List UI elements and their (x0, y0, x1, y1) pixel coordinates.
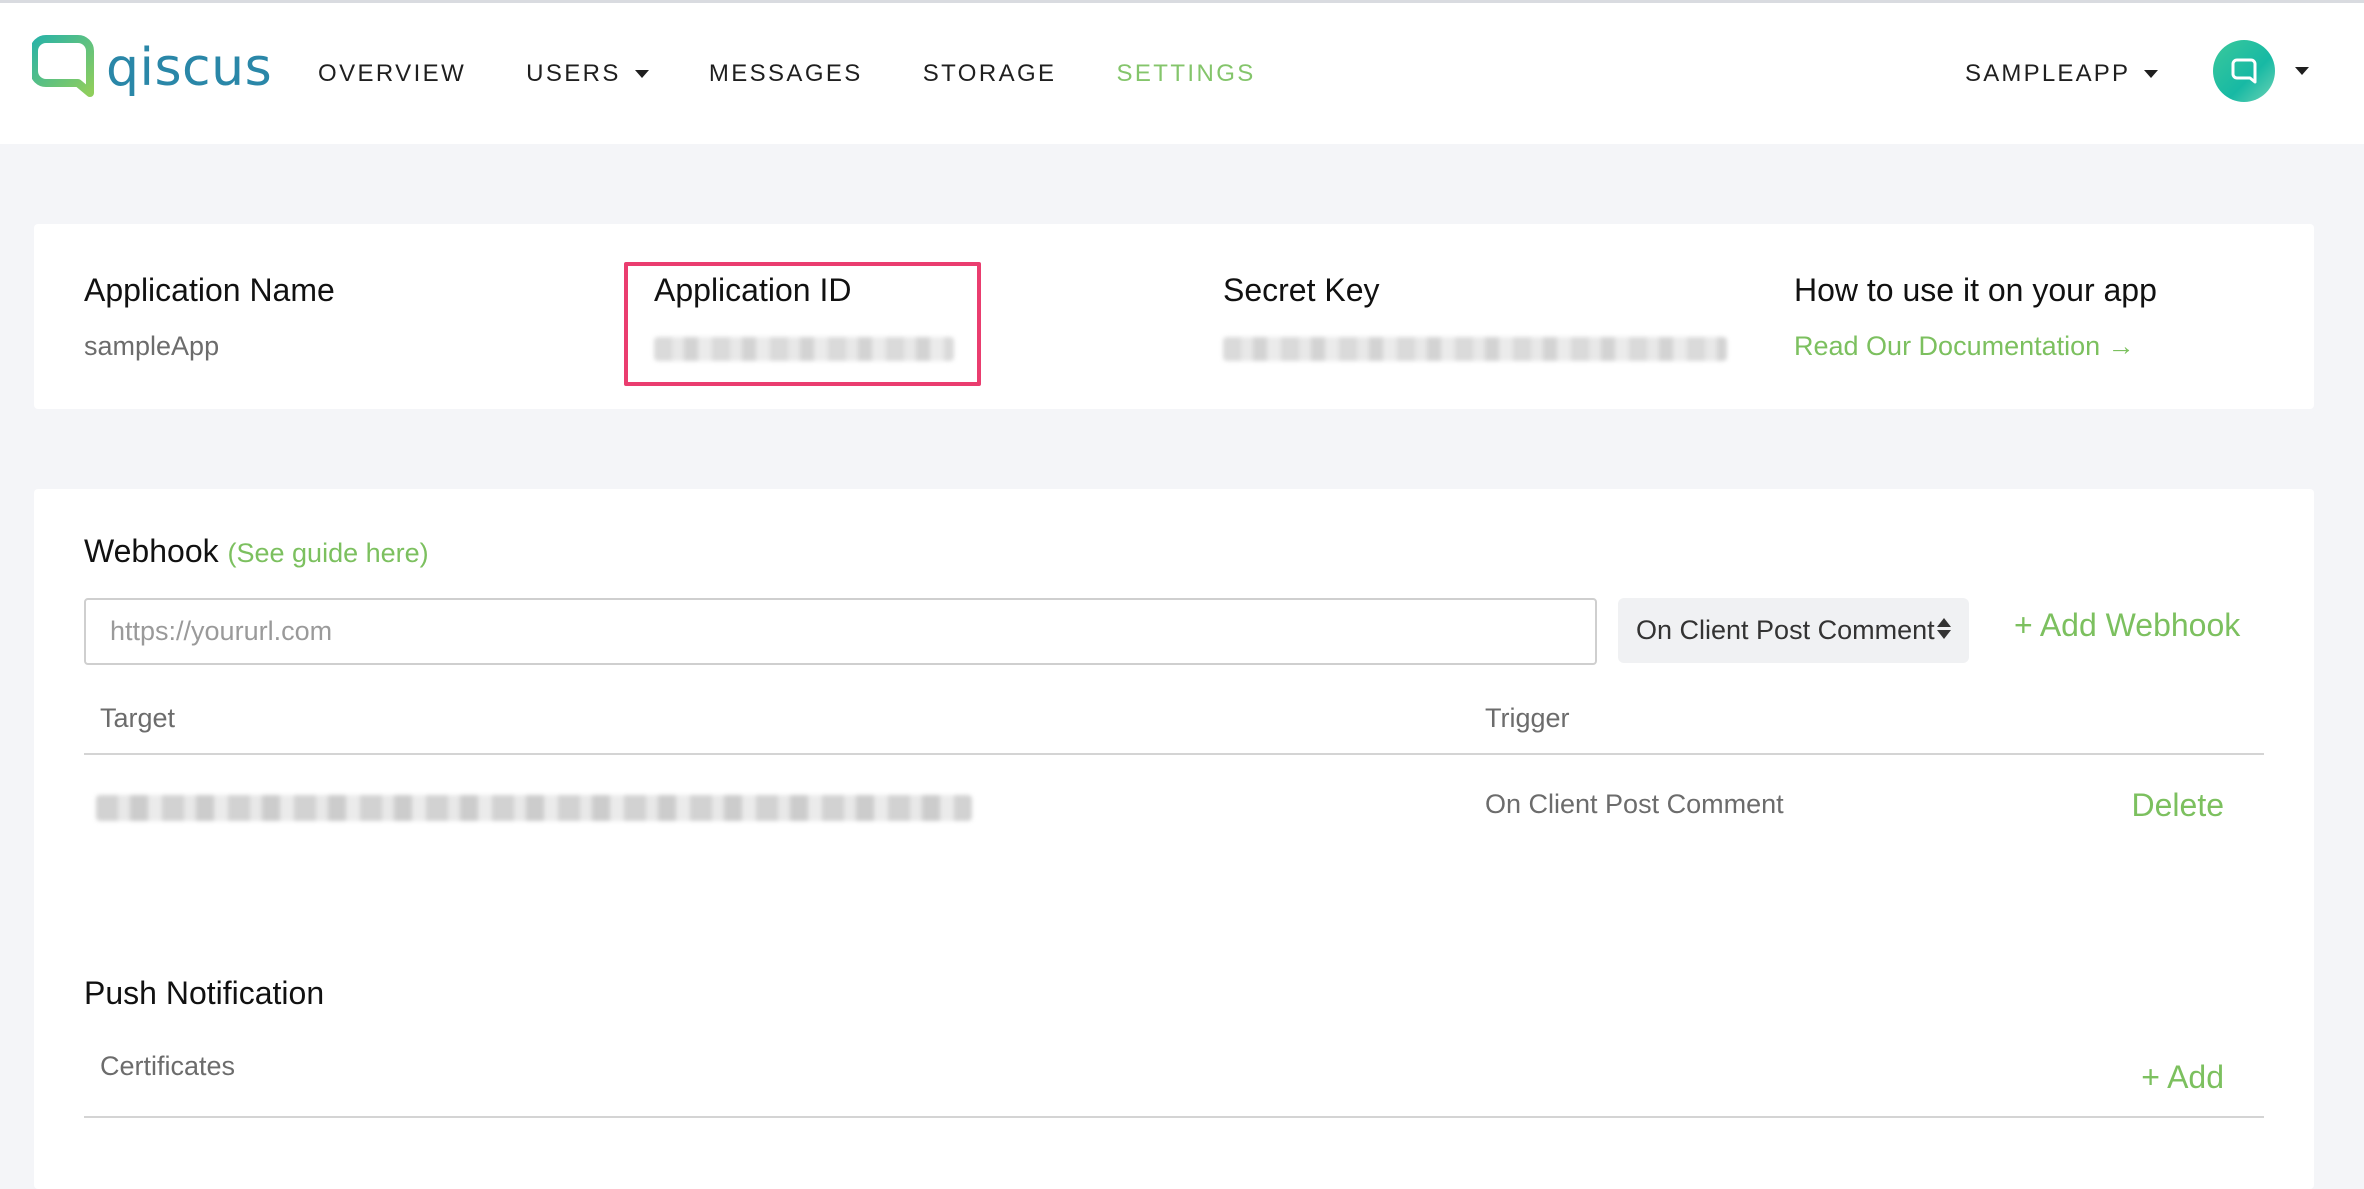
webhook-table: Target Trigger On Client Post Comment De… (84, 685, 2264, 858)
certificates-table: Certificates + Add (84, 1029, 2264, 1118)
column-header-trigger: Trigger (1485, 703, 1570, 733)
webhook-trigger-cell: On Client Post Comment (1485, 789, 1784, 819)
main-nav: OVERVIEW USERS MESSAGES STORAGE SETTINGS (318, 3, 1316, 144)
webhook-url-input[interactable] (84, 598, 1597, 665)
avatar[interactable] (2213, 40, 2275, 102)
webhook-trigger-select[interactable]: On Client Post Comment (1618, 598, 1969, 663)
nav-settings-label: SETTINGS (1116, 59, 1256, 87)
nav-storage[interactable]: STORAGE (923, 60, 1057, 88)
top-navbar: qiscus OVERVIEW USERS MESSAGES STORAGE S… (0, 3, 2364, 144)
app-name-value: sampleApp (84, 331, 220, 361)
usage-label: How to use it on your app (1794, 272, 2157, 308)
nav-messages-label: MESSAGES (708, 59, 863, 87)
push-notification-title: Push Notification (84, 975, 325, 1011)
secret-key-label: Secret Key (1223, 272, 1380, 308)
app-id-block: Application ID (654, 272, 954, 361)
secret-key-block: Secret Key (1223, 272, 1727, 361)
chevron-down-icon (2295, 67, 2309, 75)
webhook-title-text: Webhook (84, 533, 219, 569)
delete-webhook-button[interactable]: Delete (2132, 787, 2225, 824)
nav-users-label: USERS (526, 59, 621, 87)
chevron-down-icon (2144, 69, 2159, 78)
add-certificate-button[interactable]: + Add (2141, 1059, 2224, 1096)
user-menu[interactable] (2213, 40, 2309, 102)
app-info-card: Application Name sampleApp Application I… (34, 224, 2314, 409)
webhook-guide-link[interactable]: (See guide here) (228, 538, 429, 568)
app-selector-dropdown[interactable]: SAMPLEAPP (1965, 3, 2159, 144)
webhook-table-header: Target Trigger (84, 685, 2264, 755)
usage-block: How to use it on your app Read Our Docum… (1794, 272, 2157, 362)
app-name-block: Application Name sampleApp (84, 272, 335, 362)
secret-key-value-redacted (1223, 337, 1727, 361)
nav-users[interactable]: USERS (526, 60, 649, 88)
webhook-title: Webhook (See guide here) (84, 533, 429, 570)
qiscus-logo-icon (32, 35, 94, 97)
nav-overview-label: OVERVIEW (318, 59, 467, 87)
app-id-label: Application ID (654, 272, 852, 308)
select-arrows-icon (1937, 618, 1951, 639)
column-header-target: Target (100, 703, 176, 733)
nav-storage-label: STORAGE (922, 59, 1057, 87)
table-row: On Client Post Comment Delete (84, 755, 2264, 858)
webhook-trigger-value: On Client Post Comment (1636, 615, 1935, 645)
qiscus-avatar-icon (2231, 58, 2257, 84)
add-webhook-button[interactable]: + Add Webhook (2014, 607, 2240, 644)
logo-wordmark: qiscus (106, 38, 273, 98)
nav-overview[interactable]: OVERVIEW (318, 60, 466, 88)
certificates-label: Certificates (100, 1051, 236, 1081)
settings-card: Webhook (See guide here) On Client Post … (34, 489, 2314, 1189)
certificates-header: Certificates + Add (84, 1029, 2264, 1118)
chevron-down-icon (634, 69, 649, 78)
app-selector-label: SAMPLEAPP (1965, 59, 2131, 87)
nav-messages[interactable]: MESSAGES (709, 60, 863, 88)
webhook-target-redacted (96, 795, 972, 821)
documentation-link[interactable]: Read Our Documentation → (1794, 331, 2157, 362)
app-name-label: Application Name (84, 272, 335, 308)
qiscus-logo[interactable]: qiscus (32, 33, 272, 103)
nav-settings[interactable]: SETTINGS (1116, 60, 1255, 88)
app-id-value-redacted (654, 337, 954, 361)
